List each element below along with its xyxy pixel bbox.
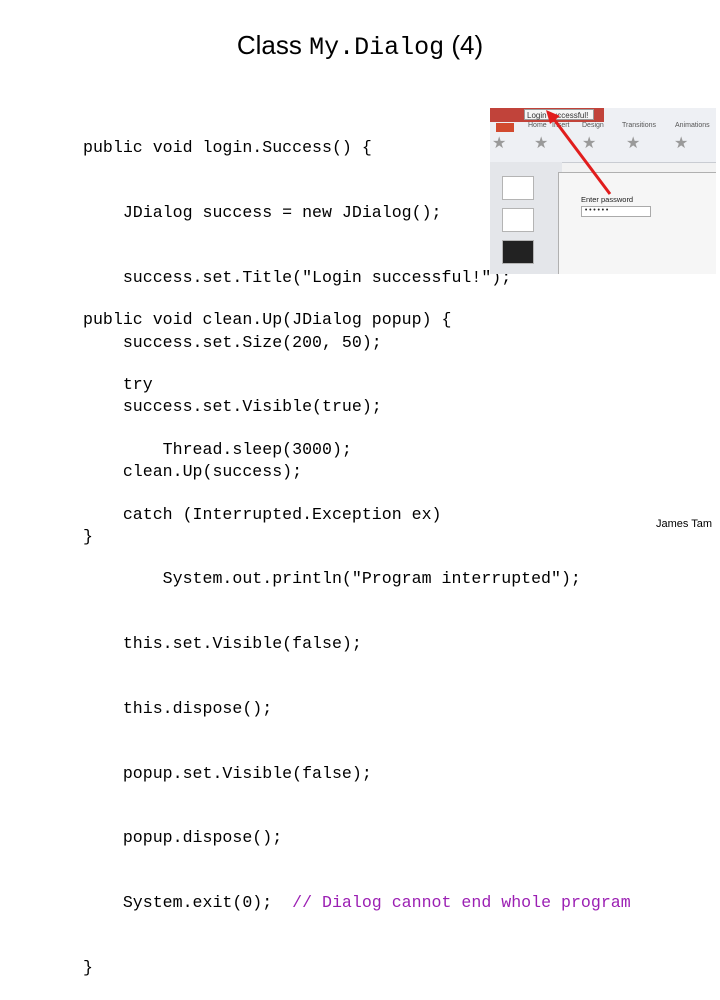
code-line: } [83,958,93,977]
slide-title: Class My.Dialog (4) [0,30,720,62]
code-line: Thread.sleep(3000); [83,439,352,459]
code-line: JDialog success = new JDialog(); [83,202,442,222]
dialog-screenshot: Login successful! Home Insert Design Tra… [490,108,716,274]
pointer-arrow [546,110,612,195]
code-line: catch (Interrupted.Exception ex) [83,504,442,524]
code-line: public void clean.Up(JDialog popup) { [83,310,452,330]
code-line: popup.dispose(); [83,828,283,848]
code-line: System.exit(0); // Dialog cannot end who… [83,892,631,914]
slide-title-prefix: Class [236,30,310,60]
code-line: this.dispose(); [83,698,273,718]
code-block-clean-up: public void clean.Up(JDialog popup) { tr… [83,266,631,1000]
code-line: try [83,374,153,394]
code-line: public void login.Success() { [83,138,372,158]
slide-title-suffix: (4) [444,30,484,60]
code-exit-call: System.exit(0); [83,893,293,913]
code-line: System.out.println("Program interrupted"… [83,569,581,589]
code-line: this.set.Visible(false); [83,634,362,654]
code-line: popup.set.Visible(false); [83,763,372,783]
code-comment: // Dialog cannot end whole program [292,893,631,913]
author-credit: James Tam [655,518,712,530]
slide-title-code: My.Dialog [309,33,445,62]
